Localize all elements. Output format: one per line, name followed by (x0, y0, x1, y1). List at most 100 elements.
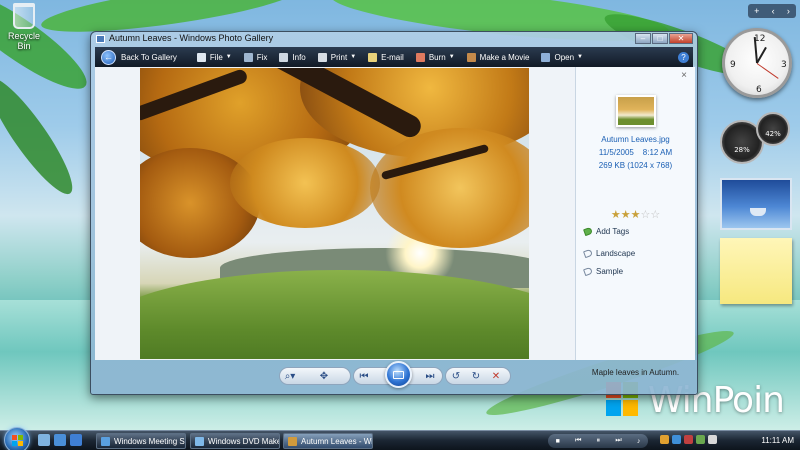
toolbar-burn-button[interactable]: Burn ▼ (410, 47, 461, 67)
maximize-button[interactable]: □ (652, 33, 668, 44)
toolbar-e-mail-button[interactable]: E-mail (362, 47, 410, 67)
stop-icon[interactable]: ■ (556, 438, 560, 445)
taskbar-button[interactable]: Autumn Leaves - Wi... (283, 433, 373, 449)
photo-foliage (230, 138, 380, 228)
actual-size-icon[interactable]: ✥ (314, 371, 334, 382)
photo-gallery-window: Autumn Leaves - Windows Photo Gallery – … (90, 31, 698, 395)
show-desktop-icon[interactable] (38, 434, 50, 446)
open-icon (541, 52, 551, 62)
fix-icon (243, 52, 253, 62)
taskbar: Windows Meeting S... Windows DVD Maker Aut… (0, 427, 800, 450)
toolbar-label: E-mail (381, 52, 404, 62)
photo-viewer (95, 67, 575, 360)
add-gadget-icon[interactable]: + (754, 6, 759, 16)
toolbar-fix-button[interactable]: Fix (238, 47, 274, 67)
memory-percent: 42% (765, 130, 781, 138)
minimize-button[interactable]: – (635, 33, 651, 44)
slideshow-gadget[interactable] (720, 178, 792, 230)
next-icon[interactable]: ⏭ (420, 371, 440, 382)
print-icon (317, 52, 327, 62)
star-rating[interactable]: ★★★☆☆ (576, 208, 695, 221)
clock-gadget[interactable]: 12 3 6 9 (722, 28, 792, 98)
recycle-bin-label: Recycle Bin (7, 31, 40, 51)
taskbar-app-icon (195, 436, 204, 446)
next-track-icon[interactable]: ⏭ (615, 437, 621, 445)
delete-icon[interactable]: ✕ (486, 371, 506, 382)
photo-field (140, 270, 529, 359)
switch-windows-icon[interactable] (54, 434, 66, 446)
taskbar-button[interactable]: Windows Meeting S... (96, 433, 186, 449)
tray-app-icon[interactable] (684, 435, 693, 444)
taskbar-app-icon (101, 436, 110, 446)
notes-gadget[interactable] (720, 238, 792, 304)
internet-explorer-icon[interactable] (70, 434, 82, 446)
start-button[interactable] (4, 427, 30, 450)
close-info-pane-button[interactable]: × (681, 70, 687, 81)
toolbar-label: Info (292, 52, 306, 62)
sidebar-prev-icon[interactable]: ‹ (772, 6, 775, 16)
recycle-bin-icon (13, 3, 35, 29)
toolbar-label: Print (330, 52, 348, 62)
toolbar-make-a-movie-button[interactable]: Make a Movie (461, 47, 536, 67)
system-tray (660, 435, 720, 444)
toolbar-info-button[interactable]: Info (273, 47, 311, 67)
volume-tray-icon[interactable] (708, 435, 717, 444)
email-icon (368, 52, 378, 62)
close-button[interactable]: ✕ (669, 33, 693, 44)
previous-track-icon[interactable]: ⏮ (575, 437, 581, 445)
desktop-icon-recycle-bin[interactable]: Recycle Bin (4, 3, 44, 51)
toolbar-label: Open (554, 52, 575, 62)
media-player-toolbar[interactable]: ■ ⏮ ⏸ ⏭ ♪ (548, 434, 648, 448)
add-tags-label: Add Tags (596, 227, 630, 236)
info-icon (279, 52, 289, 62)
add-tag-icon (583, 226, 593, 237)
tag-label: Landscape (596, 249, 636, 258)
sidebar-controls[interactable]: + ‹ › (748, 4, 796, 18)
dropdown-arrow-icon: ▼ (225, 54, 232, 60)
file-icon (196, 52, 206, 62)
toolbar-print-button[interactable]: Print ▼ (312, 47, 362, 67)
slideshow-button[interactable] (385, 361, 412, 388)
taskbar-button[interactable]: Windows DVD Maker (190, 433, 280, 449)
help-button[interactable]: ? (678, 51, 689, 63)
rotate-clockwise-icon[interactable]: ↻ (466, 371, 486, 382)
dropdown-arrow-icon: ▼ (350, 54, 357, 60)
star-icon[interactable]: ★ (631, 209, 641, 221)
autumn-leaves-photo[interactable] (140, 68, 529, 359)
previous-icon[interactable]: ⏮ (354, 371, 374, 382)
edit-controls: ↺ ↻ ✕ (445, 367, 511, 385)
tag-sample[interactable]: Sample (583, 266, 624, 277)
tray-app-icon[interactable] (672, 435, 681, 444)
memory-meter-gadget[interactable]: 42% (756, 112, 790, 146)
zoom-icon[interactable]: ⌕▾ (280, 371, 300, 382)
back-to-gallery-button[interactable]: ← Back To Gallery (95, 47, 183, 67)
star-icon[interactable]: ☆ (650, 209, 660, 221)
toolbar-label: Make a Movie (479, 52, 530, 62)
volume-icon[interactable]: ♪ (637, 438, 641, 445)
clock-second-hand (756, 63, 779, 79)
rotate-counterclockwise-icon[interactable]: ↺ (446, 371, 466, 382)
add-tags-button[interactable]: Add Tags (583, 226, 630, 237)
toolbar-file-button[interactable]: File ▼ (191, 47, 238, 67)
window-titlebar[interactable]: Autumn Leaves - Windows Photo Gallery – … (91, 32, 697, 46)
time-value: 8:12 AM (642, 148, 673, 157)
photo-thumbnail (616, 95, 656, 127)
photo-gallery-app-icon (96, 35, 105, 43)
date-taken[interactable]: 11/5/2005 8:12 AM (576, 148, 695, 157)
tray-app-icon[interactable] (660, 435, 669, 444)
play-pause-icon[interactable]: ⏸ (597, 437, 601, 445)
quick-launch (38, 434, 86, 446)
star-icon[interactable]: ☆ (640, 209, 650, 221)
taskbar-clock[interactable]: 11:11 AM (761, 436, 794, 445)
date-value: 11/5/2005 (598, 148, 634, 157)
tag-landscape[interactable]: Landscape (583, 248, 636, 259)
star-icon[interactable]: ★ (611, 209, 621, 221)
taskbar-button-label: Windows Meeting S... (114, 436, 186, 446)
network-icon[interactable] (696, 435, 705, 444)
slideshow-image (750, 208, 766, 216)
star-icon[interactable]: ★ (621, 209, 631, 221)
toolbar-open-button[interactable]: Open ▼ (535, 47, 589, 67)
filename[interactable]: Autumn Leaves.jpg (576, 135, 695, 144)
tag-label: Sample (596, 267, 624, 276)
sidebar-next-icon[interactable]: › (787, 6, 790, 16)
